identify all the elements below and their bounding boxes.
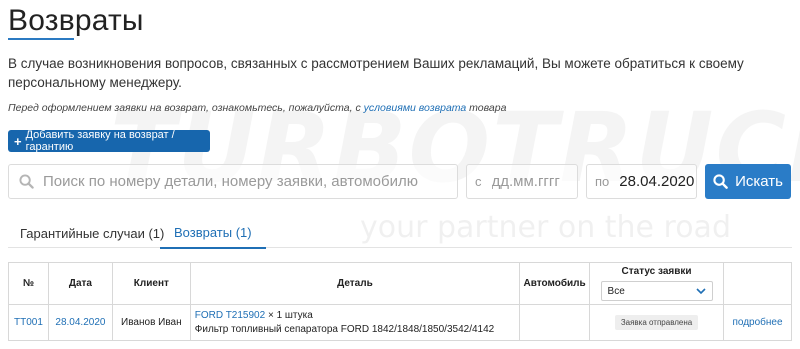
note-suffix: товара [466, 102, 507, 114]
search-button-icon [713, 174, 728, 189]
header-number: № [8, 262, 49, 305]
returns-note: Перед оформлением заявки на возврат, озн… [8, 102, 506, 114]
row-detail-cell: FORD T215902 × 1 штука Фильтр топливный … [189, 304, 521, 341]
header-car: Автомобиль [519, 262, 591, 305]
row-car [519, 304, 591, 341]
intro-text: В случае возникновения вопросов, связанн… [8, 56, 744, 90]
row-part-quantity: × 1 штука [265, 309, 313, 321]
row-number-cell: TT001 [8, 304, 49, 341]
tab-warranty-cases[interactable]: Гарантийные случаи (1) [20, 218, 164, 248]
row-status-cell: Заявка отправлена [589, 304, 724, 341]
table-header-row: № Дата Клиент Деталь Автомобиль Статус з… [8, 262, 792, 305]
plus-icon: + [14, 133, 22, 149]
row-more-cell: подробнее [723, 304, 792, 341]
row-more-link[interactable]: подробнее [732, 317, 782, 328]
add-return-request-button[interactable]: + Добавить заявку на возврат / гарантию [8, 129, 210, 153]
note-prefix: Перед оформлением заявки на возврат, озн… [8, 102, 364, 114]
add-return-request-label: Добавить заявку на возврат / гарантию [25, 129, 175, 153]
search-button-label: Искать [735, 173, 783, 190]
header-date: Дата [47, 262, 113, 305]
date-to-prefix: по [595, 174, 610, 189]
header-detail: Деталь [189, 262, 521, 305]
search-field[interactable] [8, 164, 458, 199]
status-filter-value: Все [607, 285, 625, 297]
chevron-down-icon [695, 287, 706, 294]
date-from-prefix: с [475, 174, 482, 189]
header-client: Клиент [111, 262, 191, 305]
status-filter-select[interactable]: Все [600, 281, 713, 301]
header-status-label: Статус заявки [621, 266, 692, 277]
date-to-input[interactable] [619, 173, 700, 190]
date-from-input[interactable] [491, 173, 572, 190]
date-from-field[interactable]: с [466, 164, 578, 199]
date-to-field[interactable]: по [586, 164, 700, 199]
search-icon [9, 174, 43, 189]
header-status: Статус заявки Все [589, 262, 724, 305]
title-underline [8, 38, 74, 40]
row-number-link[interactable]: TT001 [14, 317, 43, 328]
row-part-line: FORD T215902 × 1 штука [195, 309, 519, 323]
table-row: TT001 28.04.2020 Иванов Иван FORD T21590… [8, 304, 792, 341]
row-part-description: Фильтр топливный сепаратора FORD 1842/18… [194, 323, 495, 335]
search-input[interactable] [43, 173, 443, 190]
tab-returns[interactable]: Возвраты (1) [160, 218, 266, 249]
returns-table: № Дата Клиент Деталь Автомобиль Статус з… [8, 262, 792, 341]
page-title: Возвраты [8, 4, 144, 37]
return-conditions-link[interactable]: условиями возврата [364, 102, 467, 114]
search-button[interactable]: Искать [705, 164, 791, 199]
row-part-link[interactable]: FORD T215902 [195, 310, 265, 321]
header-actions [723, 262, 792, 305]
row-client: Иванов Иван [111, 304, 191, 341]
row-date-cell: 28.04.2020 [47, 304, 113, 341]
tabs-bar: Гарантийные случаи (1) Возвраты (1) [8, 218, 792, 249]
row-date-link[interactable]: 28.04.2020 [55, 317, 105, 328]
status-badge: Заявка отправлена [614, 315, 699, 330]
